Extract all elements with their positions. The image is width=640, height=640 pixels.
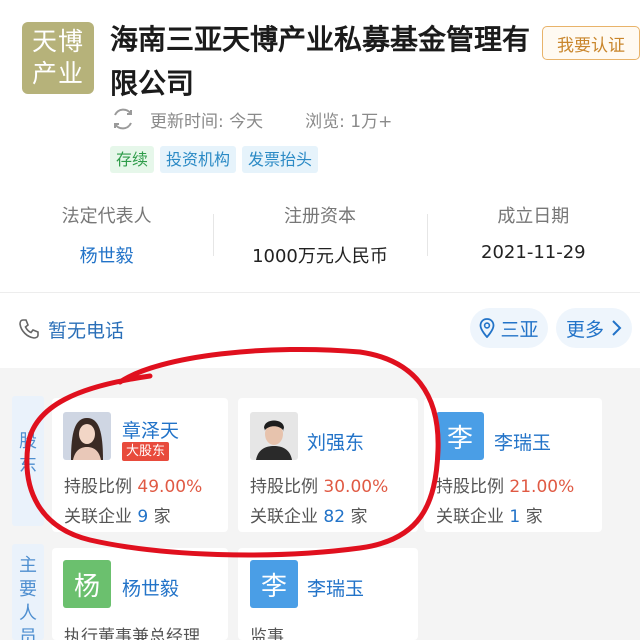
chevron-right-icon: [612, 320, 622, 336]
update-time: 更新时间: 今天: [150, 111, 264, 132]
related-unit: 家: [525, 507, 543, 527]
tab-shareholders-label: 股东: [19, 431, 37, 476]
key-person-role: 监事: [250, 627, 284, 640]
related-unit: 家: [153, 507, 171, 527]
location-button[interactable]: 三亚: [470, 308, 548, 348]
avatar-photo: [250, 412, 298, 460]
related-count: 1: [509, 507, 521, 527]
tag-status: 存续: [110, 146, 155, 173]
verify-button[interactable]: 我要认证: [542, 26, 640, 60]
avatar-letter: 杨: [63, 560, 111, 608]
avatar-letter: 李: [436, 412, 484, 460]
refresh-icon[interactable]: [110, 106, 136, 132]
divider: [0, 292, 640, 293]
related-unit: 家: [350, 507, 368, 527]
phone-icon: [19, 319, 39, 339]
tab-shareholders[interactable]: 股东: [12, 396, 44, 526]
avatar-letter: 李: [250, 560, 298, 608]
related-count: 9: [137, 507, 149, 527]
related-label: 关联企业: [250, 507, 318, 527]
logo-line-2: 产业: [31, 59, 84, 88]
holding-ratio: 持股比例 49.00%: [64, 472, 202, 497]
related-companies[interactable]: 关联企业 1 家: [436, 502, 543, 527]
found-date-col: 成立日期 2021-11-29: [426, 188, 640, 276]
avatar-photo: [63, 412, 111, 460]
tab-key-people[interactable]: 主要人员: [12, 544, 44, 640]
person-photo-icon: [250, 412, 298, 460]
holding-ratio: 持股比例 30.00%: [250, 472, 388, 497]
legal-rep-value[interactable]: 杨世毅: [0, 242, 213, 268]
related-label: 关联企业: [436, 507, 504, 527]
tab-key-people-label: 主要人员: [19, 555, 37, 640]
meta-row: 更新时间: 今天 浏览: 1万+: [110, 104, 392, 134]
found-date-label: 成立日期: [497, 206, 570, 227]
related-label: 关联企业: [64, 507, 132, 527]
holding-ratio-label: 持股比例: [64, 477, 132, 497]
legal-rep-label: 法定代表人: [61, 206, 152, 227]
person-photo-icon: [63, 412, 111, 460]
phone-text: 暂无电话: [48, 319, 125, 342]
location-text: 三亚: [500, 318, 539, 341]
key-person-role: 执行董事兼总经理: [64, 627, 200, 640]
key-person-name[interactable]: 李瑞玉: [307, 574, 364, 601]
major-shareholder-badge: 大股东: [122, 442, 170, 461]
reg-capital-label: 注册资本: [283, 206, 356, 227]
holding-ratio-value: 21.00%: [509, 477, 575, 497]
view-count: 浏览: 1万+: [305, 111, 393, 132]
shareholder-name[interactable]: 李瑞玉: [494, 428, 551, 455]
company-logo: 天博 产业: [22, 22, 94, 94]
tag-investor[interactable]: 投资机构: [160, 146, 237, 173]
holding-ratio-label: 持股比例: [436, 477, 504, 497]
related-companies[interactable]: 关联企业 9 家: [64, 502, 171, 527]
logo-line-1: 天博: [31, 27, 84, 56]
holding-ratio: 持股比例 21.00%: [436, 472, 574, 497]
phone-row[interactable]: 暂无电话: [18, 310, 124, 348]
more-text: 更多: [565, 318, 604, 341]
key-person-name[interactable]: 杨世毅: [122, 574, 179, 601]
holding-ratio-value: 30.00%: [323, 477, 389, 497]
tag-invoice[interactable]: 发票抬头: [242, 146, 319, 173]
shareholder-name[interactable]: 刘强东: [307, 428, 364, 455]
found-date-value: 2021-11-29: [481, 242, 586, 263]
company-name: 海南三亚天博产业私募基金管理有限公司: [110, 23, 531, 100]
holding-ratio-value: 49.00%: [137, 477, 203, 497]
status-tags: 存续 投资机构 发票抬头: [110, 146, 319, 173]
holding-ratio-label: 持股比例: [250, 477, 318, 497]
reg-capital-value: 1000万元人民币: [252, 246, 388, 267]
shareholder-name[interactable]: 章泽天: [122, 416, 179, 443]
related-count: 82: [323, 507, 346, 527]
basic-info-row: 法定代表人 杨世毅 注册资本 1000万元人民币 成立日期 2021-11-29: [0, 188, 640, 276]
location-pin-icon: [480, 318, 495, 338]
more-button[interactable]: 更多: [556, 308, 632, 348]
reg-capital-col: 注册资本 1000万元人民币: [213, 188, 426, 276]
related-companies[interactable]: 关联企业 82 家: [250, 502, 367, 527]
legal-rep-col: 法定代表人 杨世毅: [0, 188, 213, 276]
